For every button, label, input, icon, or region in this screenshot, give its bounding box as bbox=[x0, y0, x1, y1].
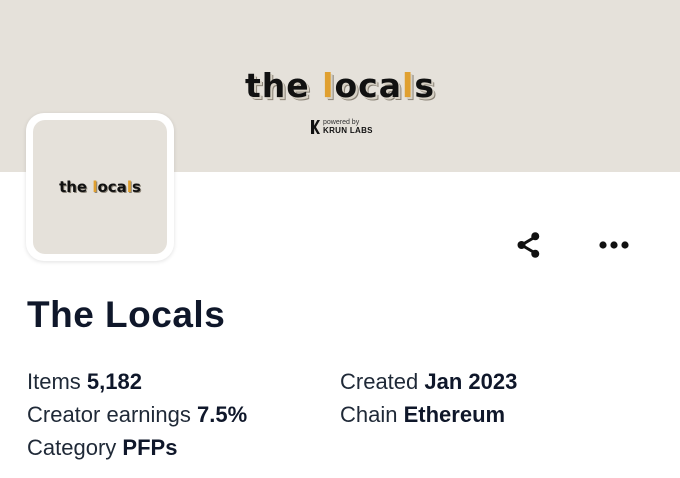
banner-logo: the locals bbox=[245, 66, 435, 105]
collection-name: The Locals bbox=[27, 294, 226, 335]
krun-labs-logo-icon bbox=[311, 120, 320, 134]
more-icon bbox=[599, 241, 629, 249]
stat-creator-earnings: Creator earnings 7.5% bbox=[27, 402, 248, 427]
stat-items: Items 5,182 bbox=[27, 369, 142, 394]
avatar-logo: the locals bbox=[59, 178, 141, 196]
share-icon bbox=[517, 232, 540, 258]
avatar-image: the locals bbox=[33, 120, 167, 254]
stat-created: Created Jan 2023 bbox=[340, 369, 518, 394]
krun-labs-label: KRUN LABS bbox=[323, 126, 373, 135]
collection-avatar: the locals bbox=[26, 113, 174, 261]
powered-by-krun-labs: powered by KRUN LABS bbox=[311, 118, 373, 136]
share-button[interactable] bbox=[511, 227, 547, 263]
stat-chain: Chain Ethereum bbox=[340, 402, 506, 427]
stat-category: Category PFPs bbox=[27, 435, 178, 460]
more-options-button[interactable] bbox=[596, 227, 632, 263]
